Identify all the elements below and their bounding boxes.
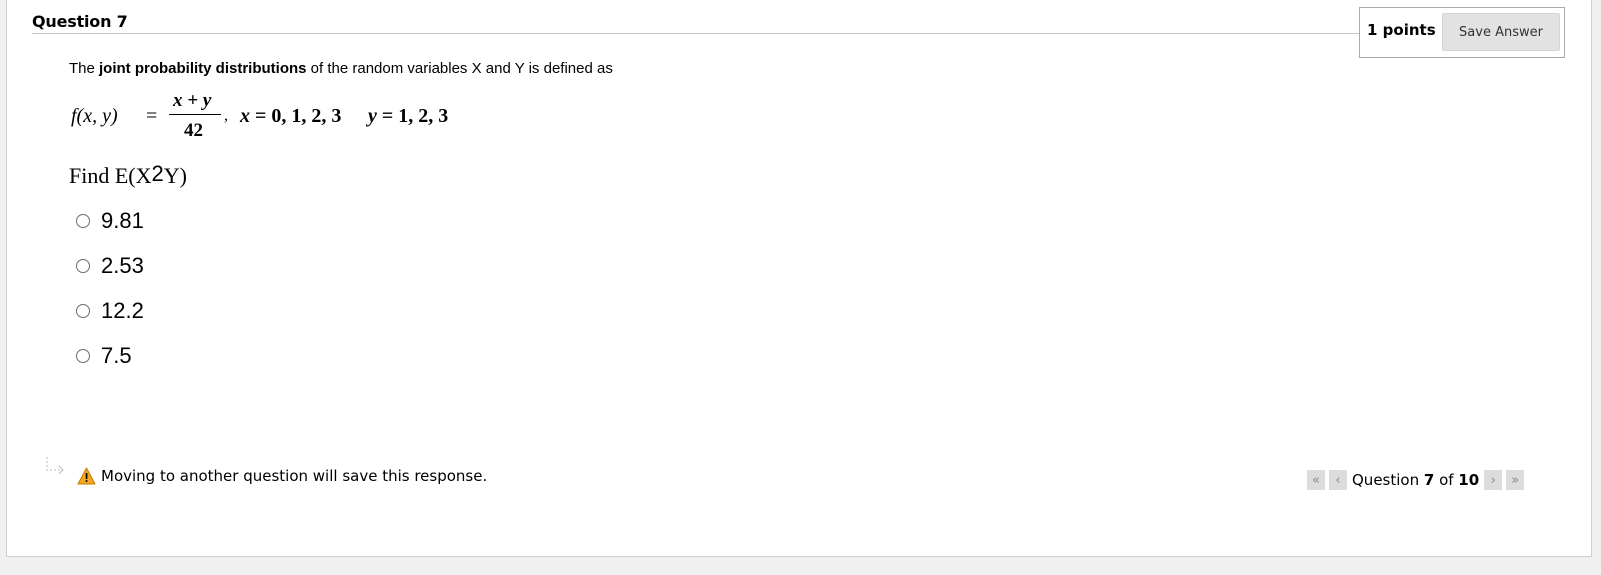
answer-option[interactable]: 2.53 [76, 253, 144, 279]
formula-comma: , [224, 107, 228, 124]
save-warning: Moving to another question will save thi… [77, 467, 487, 485]
radio-button[interactable] [76, 214, 90, 228]
double-chevron-right-icon[interactable]: » [1506, 470, 1525, 490]
prompt-text-start: The [69, 60, 100, 77]
formula-denominator: 42 [184, 120, 203, 141]
y-variable: y [368, 105, 377, 127]
answer-option-label: 12.2 [101, 298, 144, 323]
save-answer-button[interactable]: Save Answer [1442, 13, 1560, 51]
fraction-bar [169, 114, 221, 115]
prompt-text-end: of the random variables X and Y is defin… [306, 60, 613, 77]
answer-option[interactable]: 7.5 [76, 343, 132, 369]
counter-of: of [1434, 471, 1459, 489]
question-prompt: The joint probability distributions of t… [69, 60, 613, 77]
radio-button[interactable] [76, 349, 90, 363]
warning-text: Moving to another question will save thi… [101, 467, 488, 485]
formula-y-domain: y = 1, 2, 3 [368, 105, 448, 128]
double-chevron-left-icon[interactable]: « [1307, 470, 1325, 490]
answer-option[interactable]: 12.2 [76, 298, 144, 324]
radio-button[interactable] [76, 259, 90, 273]
question-panel: Question 7 1 points Save Answer The join… [6, 0, 1592, 557]
radio-button[interactable] [76, 304, 90, 318]
question-navigation: « ‹ Question 7 of 10 › » [1307, 469, 1528, 491]
warning-triangle-icon [77, 467, 96, 485]
find-exponent: 2 [151, 161, 164, 186]
counter-prefix: Question [1352, 471, 1424, 489]
question-title: Question 7 [32, 12, 128, 31]
answer-option[interactable]: 9.81 [76, 208, 144, 234]
find-text-end: Y) [163, 163, 187, 188]
formula-x-domain: x = 0, 1, 2, 3 [240, 105, 341, 128]
answer-option-label: 7.5 [101, 343, 132, 368]
answer-option-label: 9.81 [101, 208, 144, 233]
formula-equals: = [146, 105, 158, 127]
prompt-bold-term: joint probability distributions [99, 60, 307, 77]
chevron-right-icon[interactable]: › [1484, 470, 1503, 490]
find-text-start: Find E(X [69, 163, 152, 188]
probability-formula: f(x, y) = x + y 42 , x = 0, 1, 2, 3 y = … [69, 88, 489, 148]
counter-total: 10 [1458, 471, 1480, 489]
x-values: = 0, 1, 2, 3 [250, 105, 342, 127]
chevron-left-icon[interactable]: ‹ [1329, 470, 1347, 490]
formula-lhs: f(x, y) [71, 105, 118, 127]
arrow-turn-right-icon [46, 457, 64, 475]
title-divider [32, 33, 1365, 34]
find-instruction: Find E(X2Y) [69, 163, 187, 189]
points-box: 1 points Save Answer [1359, 7, 1565, 58]
answer-option-label: 2.53 [101, 253, 144, 278]
x-variable: x [240, 105, 250, 127]
counter-current: 7 [1423, 471, 1435, 489]
points-label: 1 points [1367, 21, 1436, 39]
y-values: = 1, 2, 3 [376, 105, 449, 127]
formula-numerator: x + y [173, 90, 212, 111]
question-counter: Question 7 of 10 [1352, 471, 1479, 489]
